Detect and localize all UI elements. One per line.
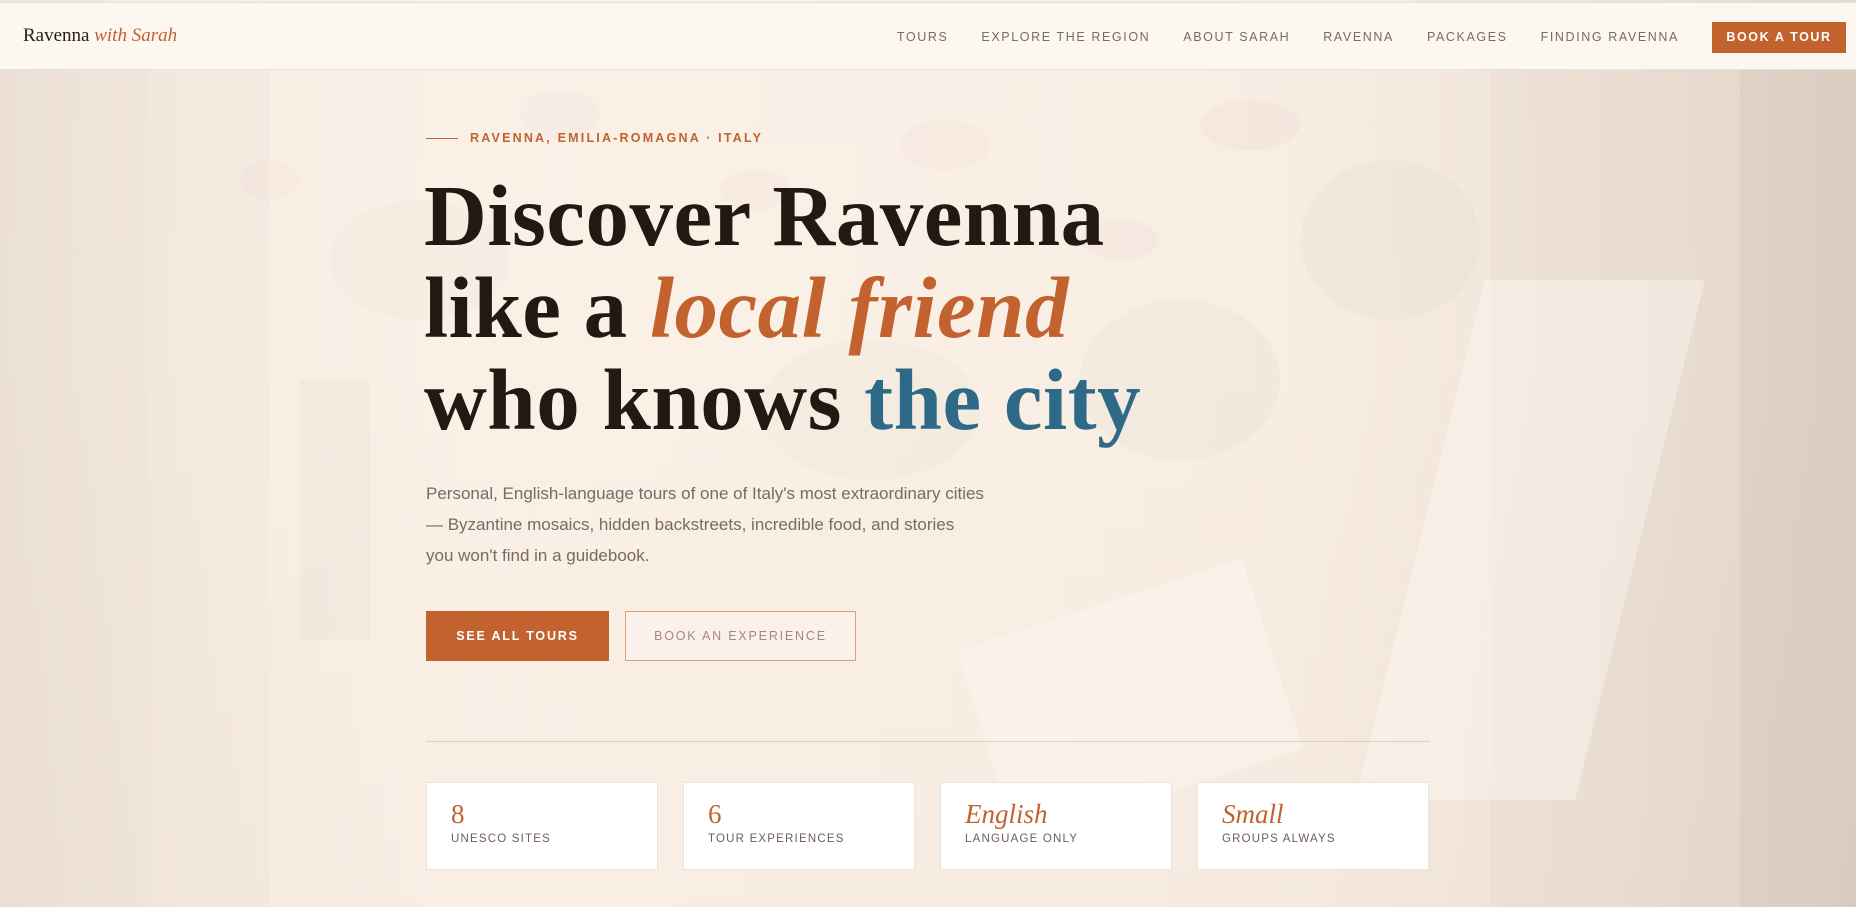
headline-line-3-accent: the city [864, 351, 1142, 448]
stat-label: TOUR EXPERIENCES [708, 833, 845, 845]
headline-line-2: like a local friend [424, 262, 1324, 354]
stat-value: Small [1222, 799, 1284, 829]
hero-divider [426, 741, 1430, 742]
nav-links: TOURS EXPLORE THE REGION ABOUT SARAH RAV… [864, 3, 1846, 71]
top-navbar: Ravenna with Sarah TOURS EXPLORE THE REG… [0, 2, 1856, 70]
brand-accent: with Sarah [94, 25, 178, 46]
hero-eyebrow: RAVENNA, EMILIA-ROMAGNA · ITALY [426, 131, 763, 145]
headline-line-2-plain: like a [424, 259, 650, 356]
headline-line-3-plain: who knows [424, 351, 865, 448]
headline-line-1: Discover Ravenna [424, 167, 1105, 264]
nav-link-finding-ravenna[interactable]: FINDING RAVENNA [1541, 30, 1679, 44]
brand-name: Ravenna [23, 25, 90, 46]
see-all-tours-button[interactable]: SEE ALL TOURS [426, 611, 609, 661]
nav-link-ravenna[interactable]: RAVENNA [1323, 30, 1394, 44]
stat-label: UNESCO SITES [451, 833, 552, 845]
eyebrow-rule [426, 137, 458, 139]
stat-value: English [965, 799, 1048, 829]
headline-line-2-accent: local friend [649, 259, 1070, 356]
stat-card-unesco-sites: 8 UNESCO SITES [426, 782, 658, 870]
stat-card-language: English LANGUAGE ONLY [940, 782, 1172, 870]
stat-value: 6 [708, 799, 722, 829]
eyebrow-text: RAVENNA, EMILIA-ROMAGNA · ITALY [470, 131, 764, 145]
book-an-experience-button[interactable]: BOOK AN EXPERIENCE [625, 611, 856, 661]
stat-label: LANGUAGE ONLY [965, 833, 1079, 845]
nav-link-explore-region[interactable]: EXPLORE THE REGION [981, 30, 1150, 44]
stat-card-group-size: Small GROUPS ALWAYS [1197, 782, 1429, 870]
nav-link-packages[interactable]: PACKAGES [1427, 30, 1508, 44]
hero-overlay [0, 0, 1856, 907]
nav-link-tours[interactable]: TOURS [897, 30, 949, 44]
book-a-tour-button[interactable]: BOOK A TOUR [1712, 21, 1846, 53]
headline-line-3: who knows the city [424, 354, 1324, 446]
hero-headline: Discover Ravenna like a local friend who… [424, 170, 1324, 446]
stats-row: 8 UNESCO SITES 6 TOUR EXPERIENCES Englis… [426, 782, 1429, 870]
stat-label: GROUPS ALWAYS [1222, 833, 1336, 845]
hero-lede: Personal, English-language tours of one … [426, 484, 984, 565]
stat-card-tour-experiences: 6 TOUR EXPERIENCES [683, 782, 915, 870]
brand-logo[interactable]: Ravenna with Sarah [23, 25, 177, 47]
stat-value: 8 [451, 799, 465, 829]
nav-link-about-sarah[interactable]: ABOUT SARAH [1183, 30, 1290, 44]
